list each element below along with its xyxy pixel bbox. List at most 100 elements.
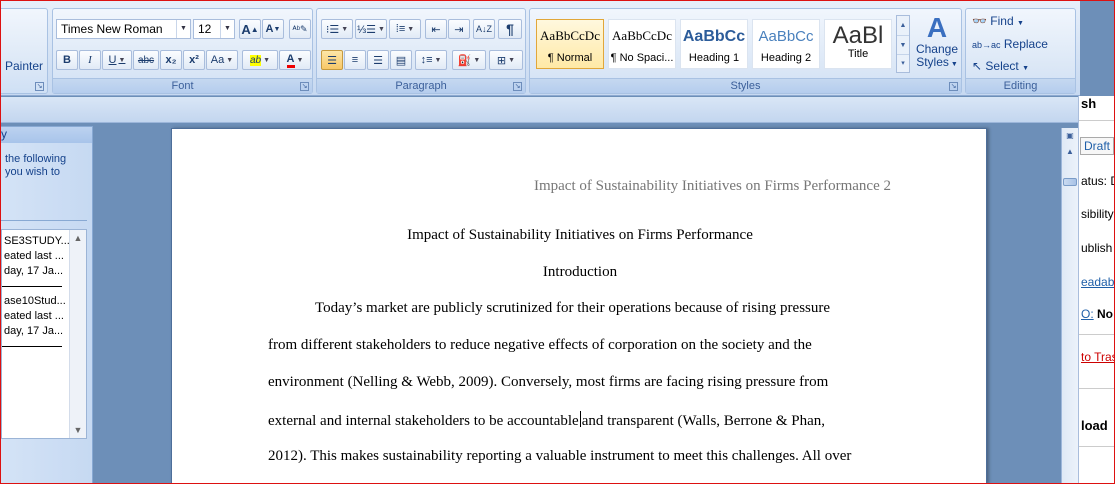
font-size-combo[interactable]: 12 ▼ (193, 19, 235, 39)
underline-button[interactable]: U ▼ (102, 50, 132, 70)
align-left-button[interactable]: ☰ (321, 50, 343, 70)
chevron-down-icon: ▼ (948, 61, 958, 68)
list-scrollbar[interactable]: ▲ ▼ (69, 230, 86, 438)
highlighter-icon: ab (249, 54, 262, 66)
font-launcher-icon[interactable]: ↘ (300, 82, 309, 91)
style-heading-1[interactable]: AaBbCc Heading 1 (680, 19, 748, 69)
subscript-button[interactable]: x₂ (160, 50, 182, 70)
body-line: 2012). This makes sustainability reporti… (268, 448, 852, 464)
styles-launcher-icon[interactable]: ↘ (949, 82, 958, 91)
ribbon: Painter ↘ Times New Roman ▼ 12 ▼ A ▲ A ▼ ᴬ… (0, 0, 1080, 96)
style-sample: AaBbCc (758, 28, 814, 45)
gallery-more-icon[interactable]: ▾ (897, 54, 909, 72)
decrease-indent-icon: ⇤ (431, 23, 441, 36)
style-heading-2[interactable]: AaBbCc Heading 2 (752, 19, 820, 69)
line-spacing-button[interactable]: ↕≡ ▼ (415, 50, 447, 70)
find-button[interactable]: 👓 Find ▼ (972, 14, 1024, 28)
align-left-icon: ☰ (327, 54, 337, 67)
align-center-button[interactable]: ≡ (344, 50, 366, 70)
scroll-down-icon[interactable]: ▼ (70, 422, 86, 438)
style-sample: AaBbCcDc (612, 28, 672, 43)
ruler-bar (0, 97, 1080, 123)
replace-label: Replace (1003, 37, 1048, 51)
font-name-combo[interactable]: Times New Roman ▼ (56, 19, 191, 39)
shrink-font-button[interactable]: A ▼ (262, 19, 284, 39)
highlight-button[interactable]: ab ▼ (242, 50, 278, 70)
left-pane-header: y (1, 127, 92, 143)
replace-icon: ab→ac (972, 40, 1001, 50)
cursor-arrow-icon: ↖ (972, 59, 983, 73)
clipboard-launcher-icon[interactable]: ↘ (35, 82, 44, 91)
style-name: ¶ No Spaci... (610, 52, 674, 64)
numbering-button[interactable]: ⅓☰ ▼ (355, 19, 387, 39)
scroll-up-icon[interactable]: ▲ (1062, 144, 1078, 160)
bullets-button[interactable]: ⁝☰ ▼ (321, 19, 353, 39)
increase-indent-button[interactable]: ⇥ (448, 19, 470, 39)
scroll-up-icon[interactable]: ▲ (70, 230, 86, 246)
left-pane-divider (1, 220, 87, 221)
style-name: Heading 2 (760, 52, 812, 64)
change-case-button[interactable]: Aa ▼ (206, 50, 238, 70)
numbering-icon: ⅓☰ (357, 23, 377, 36)
scroll-up-icon[interactable]: ▲ (897, 16, 909, 35)
grow-font-icon: A (241, 21, 251, 37)
style-normal[interactable]: AaBbCcDc ¶ Normal (536, 19, 604, 69)
increase-indent-icon: ⇥ (454, 23, 464, 36)
upload-heading: load (1081, 418, 1108, 433)
clipboard-group: Painter ↘ (0, 8, 48, 94)
change-styles-button[interactable]: A Change Styles ▼ (914, 13, 960, 77)
multilevel-list-button[interactable]: ⁞≡ ▼ (389, 19, 421, 39)
font-group: Times New Roman ▼ 12 ▼ A ▲ A ▼ ᴬᵇ✎ B I U ▼ … (52, 8, 313, 94)
style-sample: AaBbCcDc (540, 28, 600, 43)
font-name-value: Times New Roman (61, 22, 163, 36)
paragraph-group-label: Paragraph (317, 78, 525, 93)
style-name: ¶ Normal (547, 52, 593, 64)
borders-button[interactable]: ⊞ ▼ (489, 50, 523, 70)
align-right-button[interactable]: ☰ (367, 50, 389, 70)
save-draft-button[interactable]: Draft (1080, 137, 1115, 155)
grow-font-button[interactable]: A ▲ (239, 19, 261, 39)
scroll-thumb[interactable] (1063, 178, 1077, 186)
font-color-button[interactable]: A ▼ (279, 50, 311, 70)
replace-button[interactable]: ab→ac Replace (972, 37, 1048, 51)
seo-link[interactable]: O: (1081, 307, 1094, 321)
ruler-toggle-icon[interactable]: ▣ (1062, 128, 1078, 144)
justify-button[interactable]: ▤ (390, 50, 412, 70)
right-publish-pane: sh Draft atus: D sibility ublish ( eadab… (1078, 96, 1115, 484)
move-to-trash-link[interactable]: to Tras (1081, 350, 1115, 364)
font-color-icon: A (286, 53, 295, 68)
style-no-spacing[interactable]: AaBbCcDc ¶ No Spaci... (608, 19, 676, 69)
readability-link[interactable]: eadabi (1081, 275, 1115, 289)
paragraph-launcher-icon[interactable]: ↘ (513, 82, 522, 91)
bold-button[interactable]: B (56, 50, 78, 70)
superscript-button[interactable]: x² (183, 50, 205, 70)
decrease-indent-button[interactable]: ⇤ (425, 19, 447, 39)
strikethrough-button[interactable]: abc (133, 50, 159, 70)
chevron-down-icon[interactable]: ▼ (176, 20, 190, 38)
italic-button[interactable]: I (79, 50, 101, 70)
line-spacing-icon: ↕≡ (420, 54, 433, 66)
show-formatting-button[interactable]: ¶ (498, 19, 522, 39)
format-painter-button[interactable]: Painter (5, 59, 43, 73)
document-scrollbar[interactable]: ▣ ▲ (1061, 128, 1078, 484)
bullets-icon: ⁝☰ (325, 23, 340, 36)
shading-button[interactable]: ⛽ ▼ (452, 50, 486, 70)
sort-button[interactable]: A↓Z (473, 19, 495, 39)
align-center-icon: ≡ (351, 54, 359, 66)
change-styles-label: Styles (916, 55, 949, 69)
select-label: Select (985, 59, 1019, 73)
italic-icon: I (88, 54, 92, 66)
clear-formatting-button[interactable]: ᴬᵇ✎ (289, 19, 311, 39)
style-title[interactable]: AaBl Title (824, 19, 892, 69)
document-page[interactable]: Impact of Sustainability Initiatives on … (171, 128, 987, 484)
scroll-down-icon[interactable]: ▼ (897, 35, 909, 54)
select-button[interactable]: ↖ Select ▼ (972, 59, 1029, 73)
chevron-down-icon[interactable]: ▼ (220, 20, 234, 38)
style-name: Title (847, 48, 869, 60)
sort-icon: A↓Z (475, 24, 492, 34)
justify-icon: ▤ (395, 54, 407, 67)
pane-divider (1079, 446, 1115, 447)
body-text: external and internal stakeholders to be… (268, 413, 579, 429)
borders-icon: ⊞ (496, 54, 507, 67)
paragraph-group: ⁝☰ ▼ ⅓☰ ▼ ⁞≡ ▼ ⇤ ⇥ A↓Z ¶ ☰ ≡ ☰ ▤ ↕≡ ▼ ⛽ ▼ ⊞ ▼ … (316, 8, 526, 94)
